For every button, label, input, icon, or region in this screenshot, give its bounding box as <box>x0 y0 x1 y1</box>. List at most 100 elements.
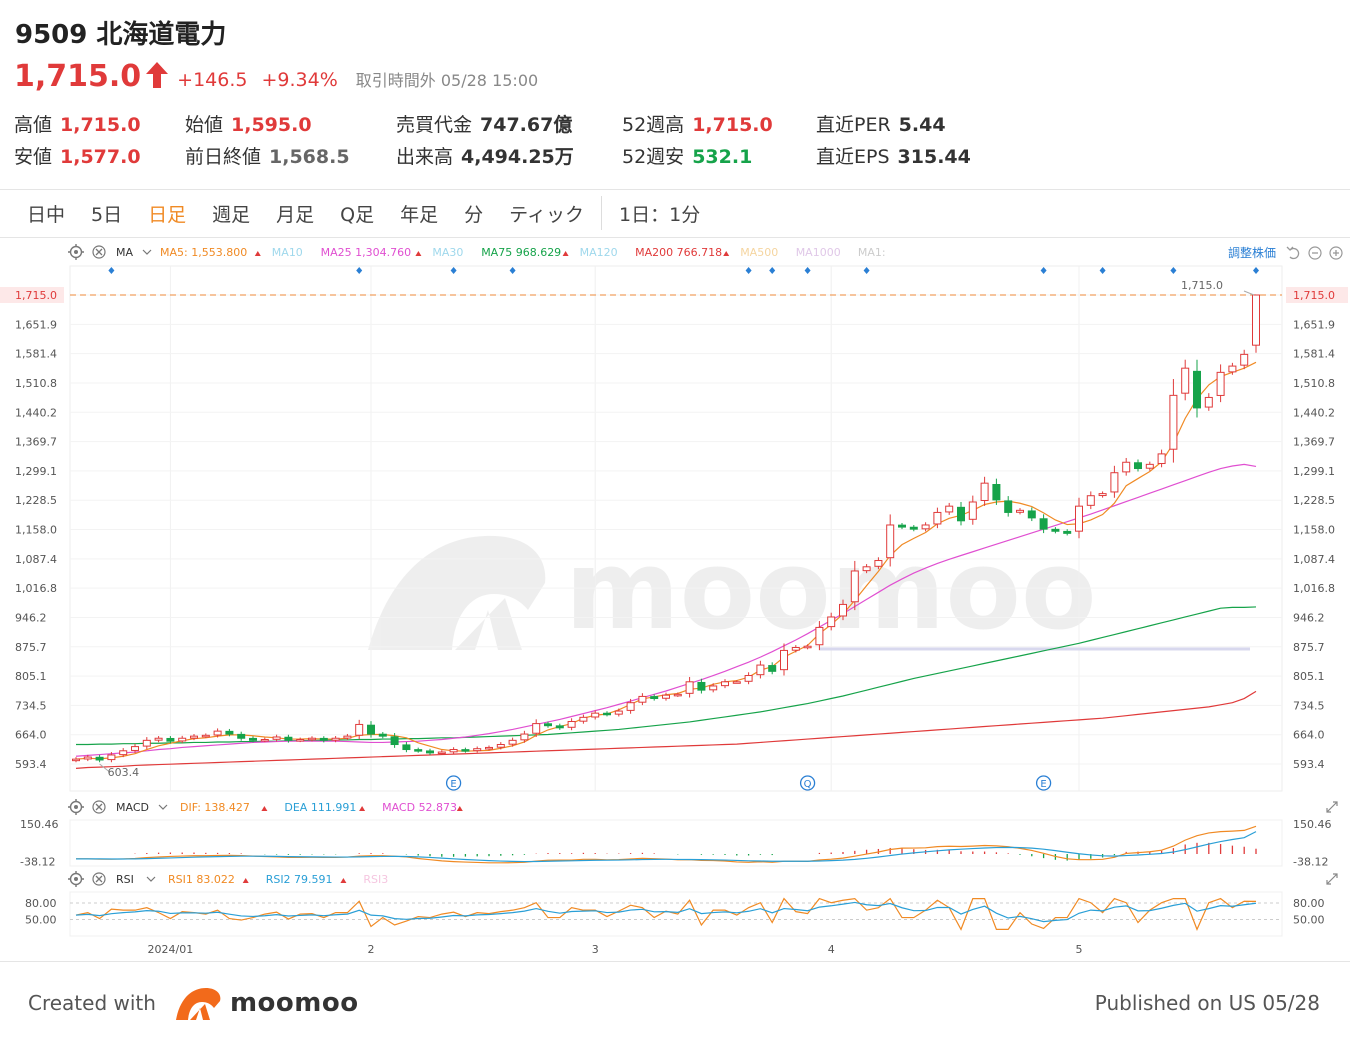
footer-published: Published on US 05/28 <box>1094 991 1320 1015</box>
chevron-down-icon[interactable] <box>158 804 168 810</box>
candle <box>378 732 387 739</box>
candle-body <box>780 649 788 671</box>
y-tick-label-left: 1,651.9 <box>15 318 57 331</box>
candle <box>260 737 269 743</box>
candle-body <box>968 501 977 520</box>
close-icon[interactable] <box>92 872 106 886</box>
candle-body <box>178 737 187 742</box>
candle-body <box>603 712 611 716</box>
candle-body <box>685 681 694 694</box>
close-icon[interactable] <box>92 800 106 814</box>
candle-body <box>213 730 222 736</box>
tab-5day[interactable]: 5日 <box>78 200 135 227</box>
macd-item-2: MACD 52.873 <box>382 801 457 814</box>
tab-separator <box>601 196 603 230</box>
y-tick-label-right: 1,016.8 <box>1293 582 1335 595</box>
tab-quarterly[interactable]: Q足 <box>327 200 387 227</box>
candle <box>414 747 423 753</box>
y-tick-label-right: 1,158.0 <box>1293 524 1335 537</box>
candle-body <box>461 749 470 752</box>
y-tick-label-left: 734.5 <box>15 699 47 712</box>
adjust-price-link[interactable]: 調整株価 <box>1228 245 1276 260</box>
candle-body <box>107 754 116 761</box>
y-tick-label-right: 1,440.2 <box>1293 406 1335 419</box>
candle-body <box>1039 518 1048 530</box>
y-tick-label-left: 664.0 <box>15 729 47 742</box>
candle <box>603 711 611 717</box>
y-tick-label-left: 1,158.0 <box>15 524 57 537</box>
candle <box>744 672 753 685</box>
candle-body <box>1110 472 1119 493</box>
event-marker-dot <box>108 267 115 274</box>
tab-daily[interactable]: 日足 <box>135 200 199 227</box>
zoom-out-icon[interactable] <box>1308 246 1322 260</box>
session-status: 取引時間外 05/28 15:00 <box>355 71 539 90</box>
candle-body <box>1181 367 1190 394</box>
stock-title: 9509 北海道電力 <box>15 20 227 50</box>
ma-item-3: MA30 <box>432 246 463 259</box>
y-tick-label-right: 1,510.8 <box>1293 377 1335 390</box>
candle <box>1204 393 1213 411</box>
y-tick-label-right: 1,369.7 <box>1293 436 1335 449</box>
y-tick-label-left: 1,228.5 <box>15 494 57 507</box>
event-marker-dot <box>1099 267 1106 274</box>
macd-y-tick-left: -38.12 <box>20 856 55 869</box>
candle <box>555 723 564 730</box>
y-tick-label-left: 1,581.4 <box>15 348 57 361</box>
close-icon[interactable] <box>92 245 106 259</box>
tab-yearly[interactable]: 年足 <box>387 200 451 227</box>
candle <box>721 679 729 689</box>
y-tick-label-left: 1,510.8 <box>15 377 57 390</box>
candle-body <box>721 681 729 687</box>
candle-body <box>201 734 210 738</box>
candle-body <box>72 758 80 762</box>
candle <box>1086 491 1095 510</box>
tab-weekly[interactable]: 週足 <box>199 200 263 227</box>
candle-body <box>862 566 871 572</box>
moomoo-watermark: moomoo <box>368 526 1097 654</box>
y-tick-label-left: 1,016.8 <box>15 582 57 595</box>
candle-body <box>260 738 269 742</box>
rsi-pane: 80.00 50.00 80.00 50.00 <box>25 891 1325 937</box>
expand-icon[interactable] <box>1326 873 1338 885</box>
candle <box>296 737 305 743</box>
ma-item-0: MA5: 1,553.800 <box>160 246 247 259</box>
event-marker-dot <box>1170 267 1177 274</box>
candle-body <box>626 702 635 711</box>
interval-selector[interactable]: 1日：1分 <box>606 200 713 227</box>
expand-icon[interactable] <box>1326 801 1338 813</box>
candle-body <box>697 681 706 691</box>
settings-icon[interactable] <box>68 871 84 887</box>
settings-icon[interactable] <box>68 799 84 815</box>
rsi-toolbar: RSI RSI1 83.022 RSI2 79.591 RSI3 <box>68 871 1338 887</box>
stat-open: 始値 1,595.0 <box>185 114 312 136</box>
stat-52w-low: 52週安 532.1 <box>622 146 753 168</box>
tab-intraday[interactable]: 日中 <box>14 200 78 227</box>
candle-body <box>839 603 847 617</box>
candle-body <box>768 665 777 672</box>
undo-icon[interactable] <box>1286 246 1300 260</box>
y-tick-label-left: 593.4 <box>15 758 47 771</box>
event-marker-dot <box>745 267 752 274</box>
chevron-down-icon[interactable] <box>142 249 152 255</box>
footer-created: Created with moomoo <box>28 986 359 1020</box>
candle-body <box>1157 453 1166 465</box>
last-price: 1,715.0 <box>14 59 142 94</box>
candle-body <box>343 735 352 739</box>
zoom-in-icon[interactable] <box>1329 246 1343 260</box>
settings-icon[interactable] <box>68 244 84 260</box>
tab-tick[interactable]: ティック <box>496 200 597 227</box>
x-tick-label: 2 <box>368 943 375 956</box>
candle <box>1134 459 1142 472</box>
candle-body <box>367 724 375 735</box>
tab-minute[interactable]: 分 <box>451 200 496 227</box>
candle <box>437 750 446 755</box>
arrow-up-icon <box>415 251 422 256</box>
arrow-up-icon <box>340 878 347 883</box>
candle-body <box>1134 462 1142 470</box>
chevron-down-icon[interactable] <box>146 876 156 882</box>
candle <box>402 741 411 753</box>
candle-body <box>83 756 92 760</box>
tab-monthly[interactable]: 月足 <box>263 200 327 227</box>
candle-body <box>1216 371 1225 396</box>
